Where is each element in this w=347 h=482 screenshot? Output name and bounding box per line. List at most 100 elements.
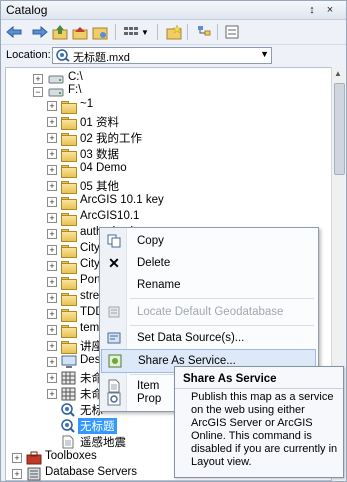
chevron-down-icon[interactable]: ▼ bbox=[140, 23, 150, 41]
menu-item-label: Copy bbox=[137, 235, 164, 247]
expand-icon[interactable]: + bbox=[47, 325, 57, 335]
pin-icon[interactable]: ↕ bbox=[305, 3, 319, 17]
folder-icon bbox=[61, 245, 77, 258]
up-folder-icon bbox=[52, 25, 68, 40]
database-server-icon bbox=[27, 467, 41, 481]
folder-icon bbox=[61, 341, 77, 354]
tooltip-divider bbox=[175, 388, 343, 389]
expand-icon[interactable]: + bbox=[47, 261, 57, 271]
folder-icon bbox=[61, 117, 77, 130]
expand-icon[interactable]: + bbox=[47, 277, 57, 287]
menu-item-copy[interactable]: Copy bbox=[101, 230, 316, 252]
drive-icon bbox=[48, 88, 64, 97]
menu-item-label: Delete bbox=[137, 257, 171, 269]
forward-button[interactable] bbox=[31, 23, 49, 41]
up-one-level-button[interactable] bbox=[51, 23, 69, 41]
expand-icon[interactable]: + bbox=[33, 74, 43, 84]
window-title: Catalog bbox=[6, 3, 48, 17]
location-bar: Location: 无标题.mxd ▼ bbox=[1, 45, 346, 65]
expand-icon[interactable]: + bbox=[47, 357, 57, 367]
options-icon bbox=[225, 25, 239, 39]
expand-icon[interactable]: + bbox=[47, 309, 57, 319]
expand-icon[interactable]: + bbox=[47, 197, 57, 207]
folder-icon bbox=[61, 133, 77, 146]
folder-icon bbox=[61, 197, 77, 210]
expand-icon[interactable]: + bbox=[47, 165, 57, 175]
connect-folder-icon bbox=[92, 27, 108, 40]
collapse-icon[interactable]: − bbox=[33, 87, 43, 97]
menu-item-delete[interactable]: ✕ Delete bbox=[101, 252, 316, 274]
folder-icon bbox=[61, 101, 77, 114]
menu-item-locate-default-geodatabase[interactable]: Locate Default Geodatabase bbox=[101, 301, 316, 323]
tree-node-label: 无标题 bbox=[78, 418, 117, 434]
scrollbar-thumb[interactable] bbox=[334, 83, 345, 175]
properties-icon bbox=[107, 392, 121, 406]
title-bar: Catalog ↕ × bbox=[1, 1, 346, 20]
menu-item-label: Prop bbox=[137, 393, 162, 405]
tree-node-label: ~1 bbox=[80, 98, 94, 110]
menu-separator bbox=[130, 298, 314, 299]
expand-icon[interactable]: + bbox=[47, 229, 57, 239]
toolbar-separator bbox=[187, 24, 188, 40]
folder-icon bbox=[61, 149, 77, 162]
toolbar-separator bbox=[217, 24, 218, 40]
connect-folder-button[interactable] bbox=[91, 23, 109, 41]
new-folder-icon bbox=[166, 24, 182, 40]
new-folder-button[interactable] bbox=[165, 23, 183, 41]
expand-icon[interactable]: + bbox=[12, 469, 22, 479]
location-value: 无标题.mxd bbox=[73, 52, 130, 64]
tree-icon bbox=[198, 26, 211, 36]
expand-icon[interactable]: + bbox=[47, 373, 57, 383]
tree-node-label: C:\ bbox=[68, 71, 83, 83]
folder-icon bbox=[61, 309, 77, 322]
menu-item-label: Set Data Source(s)... bbox=[137, 332, 245, 344]
tooltip-title: Share As Service bbox=[183, 373, 277, 385]
tooltip: Share As Service Publish this map as a s… bbox=[174, 366, 344, 478]
expand-icon[interactable]: + bbox=[47, 245, 57, 255]
scroll-up-icon[interactable]: ▲ bbox=[334, 69, 342, 78]
back-button[interactable] bbox=[5, 23, 23, 41]
expand-icon[interactable]: + bbox=[12, 453, 22, 463]
menu-item-set-data-source[interactable]: Set Data Source(s)... bbox=[101, 327, 316, 349]
expand-icon[interactable]: + bbox=[47, 213, 57, 223]
share-service-icon bbox=[108, 354, 122, 368]
folder-icon bbox=[61, 229, 77, 242]
view-options-button[interactable] bbox=[122, 23, 140, 41]
menu-item-rename[interactable]: Rename bbox=[101, 274, 316, 296]
home-button[interactable] bbox=[71, 23, 89, 41]
folder-icon bbox=[61, 165, 77, 178]
tree-node-label: Toolboxes bbox=[45, 450, 97, 462]
map-document-icon bbox=[61, 419, 75, 433]
folder-icon bbox=[61, 325, 77, 338]
tree-node-label: ArcGIS10.1 bbox=[80, 210, 140, 222]
grid-view-icon bbox=[124, 27, 138, 35]
drive-icon bbox=[48, 75, 64, 84]
expand-icon[interactable]: + bbox=[47, 117, 57, 127]
tree-node-label: 02 我的工作 bbox=[80, 133, 142, 145]
set-data-source-icon bbox=[107, 331, 121, 345]
tree-node-label: 04 Demo bbox=[80, 162, 127, 174]
expand-icon[interactable]: + bbox=[47, 133, 57, 143]
map-document-icon bbox=[61, 403, 75, 417]
options-button[interactable] bbox=[223, 23, 241, 41]
expand-icon[interactable]: + bbox=[47, 341, 57, 351]
expand-icon[interactable]: + bbox=[47, 293, 57, 303]
folder-icon bbox=[61, 181, 77, 194]
tooltip-body: Publish this map as a service on the web… bbox=[191, 391, 338, 468]
tree-view-button[interactable] bbox=[195, 23, 213, 41]
locate-geodatabase-icon bbox=[107, 305, 121, 319]
expand-icon[interactable]: + bbox=[47, 181, 57, 191]
delete-icon: ✕ bbox=[108, 254, 120, 271]
menu-item-label: Rename bbox=[137, 279, 181, 291]
tree-node-label: ArcGIS 10.1 key bbox=[80, 194, 164, 206]
chevron-down-icon[interactable]: ▼ bbox=[260, 49, 269, 59]
map-document-icon bbox=[56, 49, 70, 62]
raster-grid-icon bbox=[61, 387, 76, 401]
location-dropdown[interactable]: 无标题.mxd ▼ bbox=[52, 47, 272, 64]
expand-icon[interactable]: + bbox=[47, 389, 57, 399]
toolbox-icon bbox=[26, 451, 42, 465]
close-icon[interactable]: × bbox=[323, 3, 337, 17]
expand-icon[interactable]: + bbox=[47, 101, 57, 111]
expand-icon[interactable]: + bbox=[47, 149, 57, 159]
copy-icon bbox=[107, 234, 121, 248]
